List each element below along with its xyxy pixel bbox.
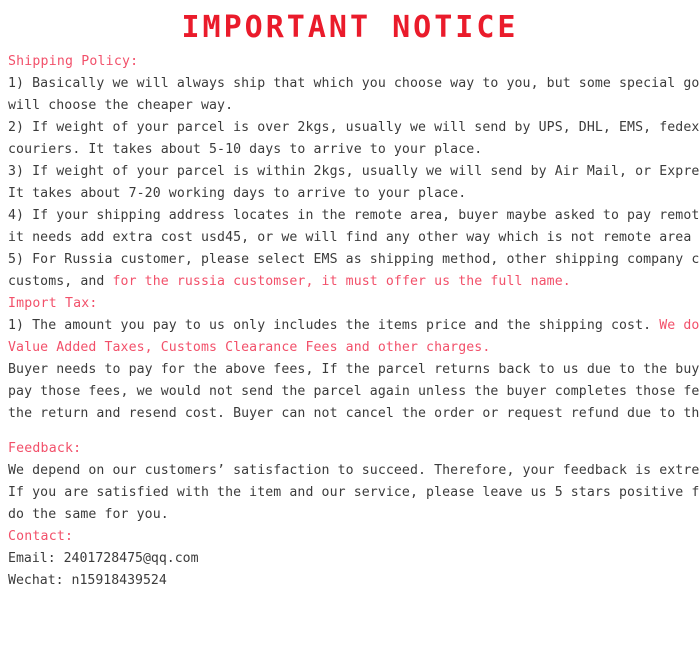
shipping-line-4: couriers. It takes about 5-10 days to ar… [8,142,483,157]
contact-email-value: 2401728475@qq.com [63,551,199,566]
import-tax-line-3: Buyer needs to pay for the above fees, I… [8,362,700,377]
shipping-line-6: It takes about 7-20 working days to arri… [8,186,467,201]
shipping-line-7: 4) If your shipping address locates in t… [8,208,700,223]
contact-email-label: Email: [8,551,64,566]
section-heading-shipping-policy: Shipping Policy: [8,54,139,69]
contact-wechat: Wechat: n15918439524 [8,570,692,592]
import-tax-line-4: pay those fees, we would not send the pa… [8,384,700,399]
import-tax-line-5: the return and resend cost. Buyer can no… [8,406,700,421]
shipping-line-3: 2) If weight of your parcel is over 2kgs… [8,120,700,135]
contact-wechat-value: n15918439524 [71,573,167,588]
import-tax-line-2-emphasis: Value Added Taxes, Customs Clearance Fee… [8,340,491,355]
shipping-line-10-emphasis: for the russia customser, it must offer … [112,274,571,289]
shipping-line-2: will choose the cheaper way. [8,98,234,113]
import-tax-line-1: 1) The amount you pay to us only include… [8,315,700,337]
import-tax-line-1-emphasis: We do not add Duties, [659,318,700,333]
feedback-line-3: do the same for you. [8,507,169,522]
feedback-line-2: If you are satisfied with the item and o… [8,485,700,500]
shipping-line-1: 1) Basically we will always ship that wh… [8,76,700,91]
shipping-line-10: customs, and for the russia customser, i… [8,271,692,293]
shipping-line-8: it needs add extra cost usd45, or we wil… [8,230,700,245]
section-heading-contact: Contact: [8,529,74,544]
shipping-line-5: 3) If weight of your parcel is within 2k… [8,164,700,179]
page-title: IMPORTANT NOTICE [181,10,519,45]
shipping-line-9: 5) For Russia customer, please select EM… [8,252,700,267]
feedback-line-1: We depend on our customers’ satisfaction… [8,463,700,478]
notice-document: IMPORTANT NOTICE Shipping Policy: 1) Bas… [0,9,700,664]
contact-wechat-label: Wechat: [8,573,72,588]
section-heading-import-tax: Import Tax: [8,296,98,311]
shipping-line-10-text: customs, and [8,274,113,289]
contact-email: Email: 2401728475@qq.com [8,548,692,570]
import-tax-line-1-text: 1) The amount you pay to us only include… [8,318,660,333]
section-heading-feedback: Feedback: [8,441,82,456]
